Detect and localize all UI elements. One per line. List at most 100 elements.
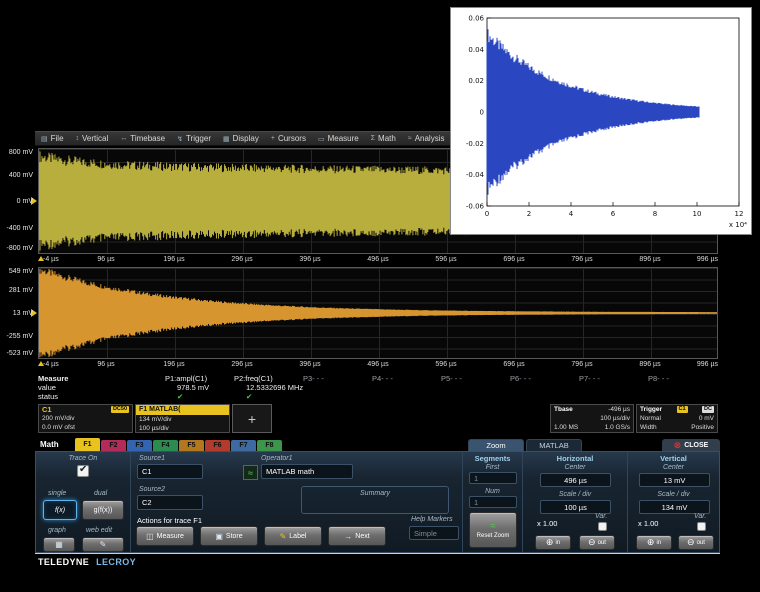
- label-button[interactable]: ✎ Label: [264, 526, 322, 546]
- v-scale-field[interactable]: 134 mV: [639, 500, 710, 514]
- time-axis-label: 896 µs: [639, 256, 660, 263]
- time-axis-label: 296 µs: [231, 256, 252, 263]
- trace-tab-f1[interactable]: F1: [75, 438, 100, 451]
- h-var-checkbox[interactable]: [598, 522, 607, 531]
- f1-descriptor[interactable]: F1 MATLAB( 134 mV/div 100 µs/div: [135, 404, 230, 433]
- grid1-x-axis: -4 µs96 µs196 µs296 µs396 µs496 µs596 µs…: [38, 256, 728, 266]
- waveform-grid-f1[interactable]: [38, 267, 718, 359]
- h-zoom-in-button[interactable]: ⊕ in: [535, 535, 571, 550]
- v-var-checkbox[interactable]: [697, 522, 706, 531]
- menu-item-measure[interactable]: ▭Measure: [312, 132, 365, 145]
- menu-item-label: Math: [378, 134, 396, 143]
- first-field[interactable]: 1: [469, 472, 517, 484]
- reset-zoom-icon: ≈: [490, 522, 496, 532]
- menu-item-vertical[interactable]: ↕Vertical: [70, 132, 115, 145]
- menu-item-cursors[interactable]: +Cursors: [265, 132, 312, 145]
- measure-status-p7: [579, 392, 648, 401]
- trace-tab-f5[interactable]: F5: [179, 440, 204, 451]
- reset-zoom-button[interactable]: ≈ Reset Zoom: [469, 512, 517, 548]
- c1-descriptor[interactable]: C1 DC50 200 mV/div 0.0 mV ofst: [38, 404, 133, 433]
- menu-item-label: File: [51, 134, 64, 143]
- segments-title: Segments: [463, 454, 522, 463]
- help-markers-select[interactable]: Simple: [409, 526, 459, 540]
- first-label: First: [463, 464, 522, 471]
- measure-row-label: Measure: [35, 374, 165, 383]
- segments-panel: Segments First 1 Num 1 ≈ Reset Zoom: [463, 452, 523, 552]
- trace-tab-f6[interactable]: F6: [205, 440, 230, 451]
- web-edit-label: web edit: [86, 527, 112, 534]
- matlab-plot: 0246810120.060.040.020-0.02-0.04-0.06x 1…: [451, 8, 751, 234]
- trace-tab-f2[interactable]: F2: [101, 440, 126, 451]
- measure-value-p6: [510, 383, 579, 392]
- svg-text:0.04: 0.04: [468, 46, 484, 54]
- menu-item-trigger[interactable]: ↯Trigger: [171, 132, 217, 145]
- y-axis-label: 800 mV: [9, 149, 33, 156]
- v-zoom-out-button[interactable]: ⊖ out: [678, 535, 714, 550]
- graph-button[interactable]: ▦: [43, 537, 75, 552]
- menu-item-display[interactable]: ▦Display: [217, 132, 265, 145]
- measure-action-icon: ◫: [146, 532, 154, 541]
- store-icon: ▣: [215, 532, 223, 541]
- trace-tab-f7[interactable]: F7: [231, 440, 256, 451]
- dialog-body: Trace On single dual f(x) g(f(x)) graph …: [35, 451, 720, 553]
- gfx-button[interactable]: g(f(x)): [82, 500, 124, 520]
- measure-name-p5[interactable]: P5- - -: [441, 374, 510, 383]
- measure-name-p2[interactable]: P2:freq(C1): [234, 374, 303, 383]
- measure-table: MeasureP1:ampl(C1)P2:freq(C1)P3- - -P4- …: [35, 374, 720, 401]
- add-trace-button[interactable]: +: [232, 404, 272, 433]
- measure-name-p4[interactable]: P4- - -: [372, 374, 441, 383]
- measure-action-button[interactable]: ◫ Measure: [136, 526, 194, 546]
- trace-on-checkbox[interactable]: [77, 465, 89, 477]
- menu-item-math[interactable]: ΣMath: [365, 132, 402, 145]
- svg-text:0.02: 0.02: [468, 77, 484, 85]
- svg-text:0: 0: [480, 109, 484, 117]
- measure-name-p1[interactable]: P1:ampl(C1): [165, 374, 234, 383]
- source1-select[interactable]: C1: [137, 464, 203, 479]
- vertical-zoom-panel: Vertical Center 13 mV Scale / div 134 mV…: [628, 452, 719, 552]
- matlab-figure-window: 0246810120.060.040.020-0.02-0.04-0.06x 1…: [450, 7, 752, 235]
- time-axis-label: -4 µs: [43, 361, 59, 368]
- v-scale-label: Scale / div: [628, 491, 719, 498]
- h-zoom-out-button[interactable]: ⊖ out: [579, 535, 615, 550]
- fx-button[interactable]: f(x): [43, 500, 77, 520]
- measure-value-p8: [648, 383, 717, 392]
- menu-item-analysis[interactable]: ≈Analysis: [402, 132, 451, 145]
- v-zoom-in-button[interactable]: ⊕ in: [636, 535, 672, 550]
- grid1-y-axis: 800 mV400 mV0 mV-400 mV-800 mV: [0, 148, 36, 254]
- measure-name-p7[interactable]: P7- - -: [579, 374, 648, 383]
- svg-text:x 10⁴: x 10⁴: [729, 221, 747, 229]
- v-center-field[interactable]: 13 mV: [639, 473, 710, 487]
- trace-tab-f8[interactable]: F8: [257, 440, 282, 451]
- measure-name-p8[interactable]: P8- - -: [648, 374, 717, 383]
- y-axis-label: 400 mV: [9, 172, 33, 179]
- trace-tab-f3[interactable]: F3: [127, 440, 152, 451]
- trigger-title: Trigger: [640, 406, 662, 413]
- menu-item-timebase[interactable]: ↔Timebase: [114, 132, 171, 145]
- h-scale-field[interactable]: 100 µs: [540, 500, 611, 514]
- num-field[interactable]: 1: [469, 496, 517, 508]
- c1-scale: 200 mV/div: [42, 415, 75, 422]
- web-edit-button[interactable]: ✎: [82, 537, 124, 552]
- measure-name-p3[interactable]: P3- - -: [303, 374, 372, 383]
- source2-select[interactable]: C2: [137, 495, 203, 510]
- next-button[interactable]: → Next: [328, 526, 386, 546]
- store-button[interactable]: ▣ Store: [200, 526, 258, 546]
- menu-item-file[interactable]: ▤File: [35, 132, 70, 145]
- time-axis-label: 496 µs: [367, 256, 388, 263]
- close-button[interactable]: ⊗ CLOSE: [662, 439, 720, 451]
- f1-waveform: [39, 268, 717, 358]
- h-center-field[interactable]: 496 µs: [540, 473, 611, 487]
- zoom-in-icon: ⊕: [546, 538, 554, 547]
- trace-tab-f4[interactable]: F4: [153, 440, 178, 451]
- v-var-label: Var.: [694, 513, 706, 520]
- measure-value-p3: [303, 383, 372, 392]
- view-tab-matlab[interactable]: MATLAB: [526, 439, 582, 451]
- view-tab-zoom[interactable]: Zoom: [468, 439, 524, 451]
- web-edit-icon: ✎: [100, 540, 107, 549]
- operator1-select[interactable]: MATLAB math: [261, 464, 353, 479]
- measure-name-p6[interactable]: P6- - -: [510, 374, 579, 383]
- vertical-icon: ↕: [76, 135, 80, 142]
- timebase-descriptor[interactable]: Tbase -496 µs 100 µs/div 1.00 MS 1.0 GS/…: [550, 404, 634, 433]
- trigger-descriptor[interactable]: Trigger C1 DC Normal 0 mV Width Positive: [636, 404, 718, 433]
- file-icon: ▤: [41, 135, 48, 143]
